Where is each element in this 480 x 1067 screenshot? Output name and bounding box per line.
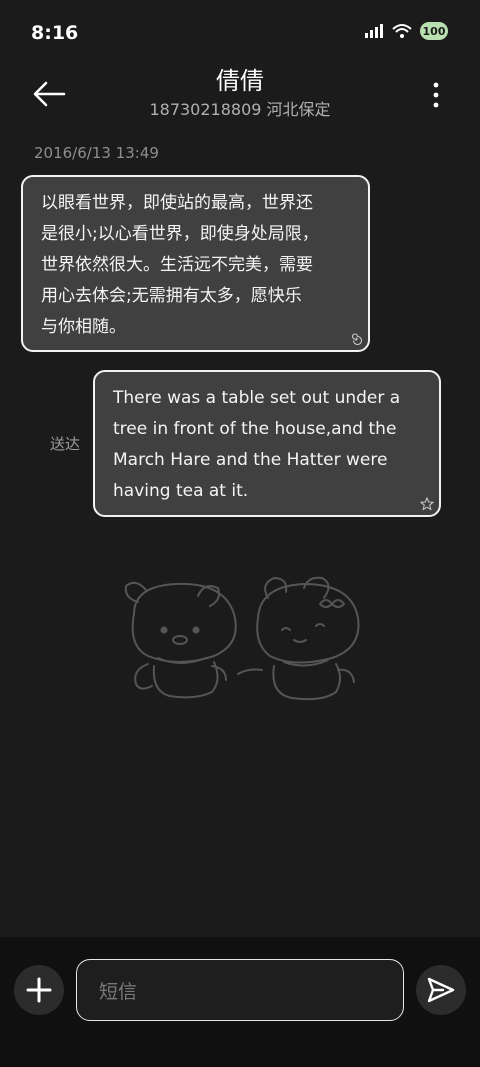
message-line: There was a table set out under a (113, 388, 401, 408)
bears-decoration (124, 576, 360, 701)
send-icon (427, 977, 455, 1003)
message-input-placeholder: 短信 (99, 980, 138, 1003)
back-arrow-icon (33, 81, 66, 107)
message-line: 以眼看世界，即使站的最高，世界还 (41, 193, 313, 213)
star-icon (420, 497, 434, 511)
status-time: 8:16 (31, 22, 79, 44)
message-line: tree in front of the house,and the (113, 419, 397, 439)
message-line: 世界依然很大。生活远不完美，需要 (41, 255, 313, 275)
incoming-message-bubble[interactable]: 以眼看世界，即使站的最高，世界还 是很小;以心看世界，即使身处局限， 世界依然很… (21, 175, 370, 352)
status-bar: 8:16 100 (0, 0, 480, 60)
outgoing-message-bubble[interactable]: There was a table set out under a tree i… (93, 370, 441, 517)
contact-name: 倩倩 (216, 67, 264, 95)
more-options-button[interactable] (430, 80, 442, 110)
more-vert-icon (433, 82, 439, 108)
message-line: having tea at it. (113, 481, 249, 501)
conversation-header: 倩倩 18730218809 河北保定 (0, 60, 480, 130)
message-timestamp: 2016/6/13 13:49 (34, 144, 159, 162)
contact-info[interactable]: 倩倩 18730218809 河北保定 (80, 66, 400, 122)
wifi-icon (392, 24, 412, 38)
message-line: March Hare and the Hatter were (113, 450, 388, 470)
status-icons: 100 (364, 22, 448, 40)
add-attachment-button[interactable] (14, 965, 64, 1015)
message-line: 与你相随。 (41, 317, 126, 337)
send-button[interactable] (416, 965, 466, 1015)
message-line: 是很小;以心看世界，即使身处局限， (41, 224, 319, 244)
message-line: 用心去体会;无需拥有太多，愿快乐 (41, 286, 302, 306)
delivery-status: 送达 (50, 435, 81, 453)
plus-icon (26, 977, 52, 1003)
contact-number-location: 18730218809 河北保定 (149, 100, 331, 119)
sms-conversation-screen: 8:16 100 倩倩 18730218809 河北保定 2016/6/13 1… (0, 0, 480, 1067)
battery-icon: 100 (420, 22, 448, 40)
back-button[interactable] (30, 77, 68, 111)
message-composer: 短信 (0, 937, 480, 1067)
signal-icon (365, 24, 383, 38)
message-input[interactable]: 短信 (76, 959, 404, 1021)
swirl-icon (351, 333, 363, 346)
